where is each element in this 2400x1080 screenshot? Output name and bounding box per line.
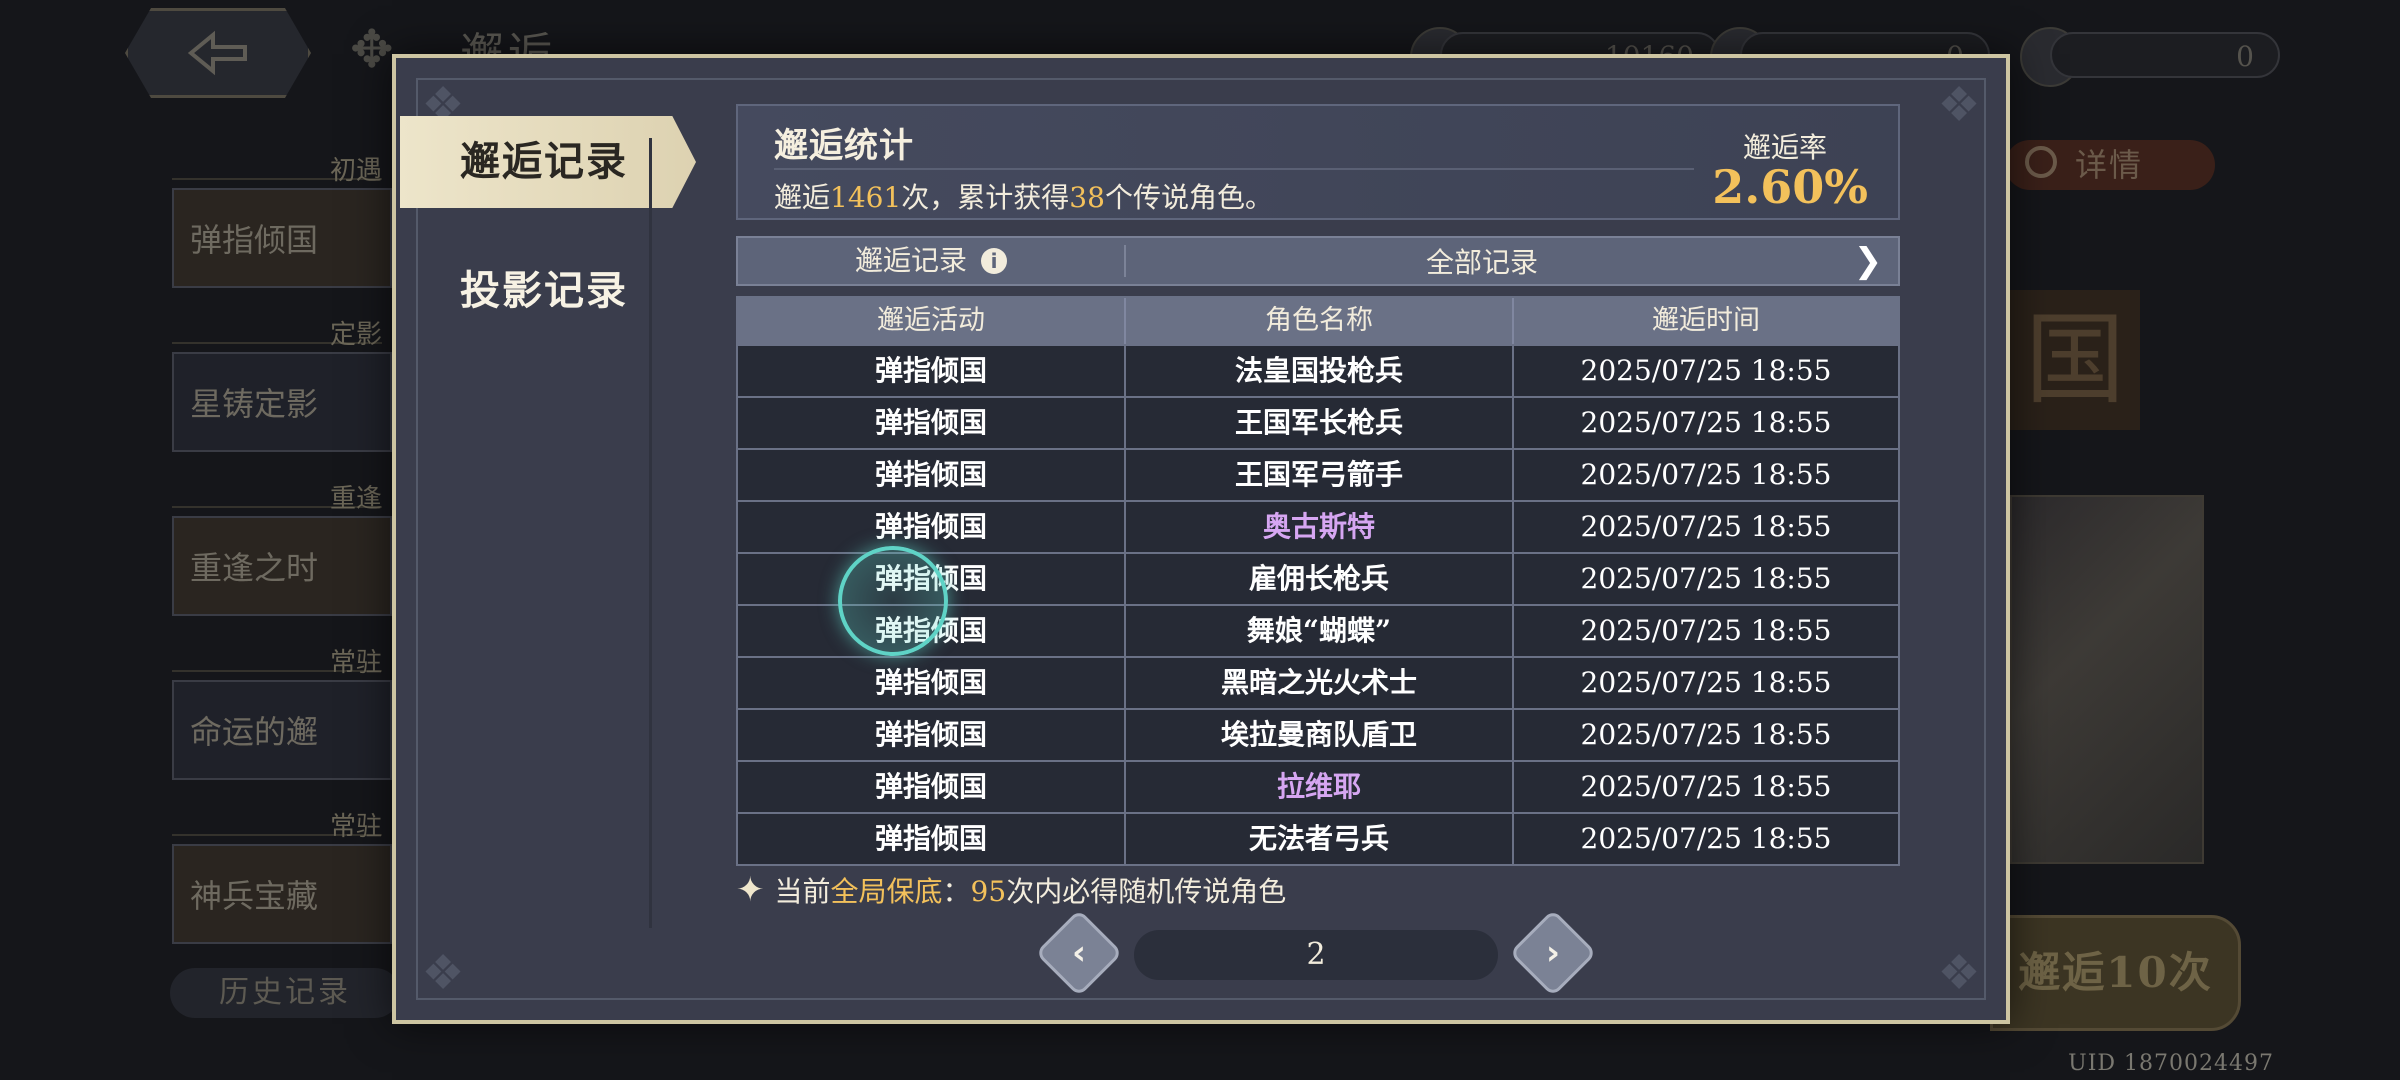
cell-time: 2025/07/25 18:55 [1580, 510, 1832, 543]
tab-projection-record[interactable]: 投影记录 [460, 258, 628, 316]
detail-label: 详情 [2075, 146, 2144, 184]
cell-time: 2025/07/25 18:55 [1580, 718, 1832, 751]
side-tab-list: 邂逅记录 投影记录 [396, 58, 696, 1020]
banner-card[interactable]: 重逢之时 [172, 516, 392, 616]
cell-character-legend: 奥古斯特 [1126, 502, 1514, 552]
cell-character-legend: 拉维耶 [1126, 762, 1514, 812]
sidebar-divider [649, 138, 652, 928]
chevron-left-icon: ‹ [1071, 933, 1086, 973]
sparkle-icon: ✦ [736, 870, 765, 910]
detail-button[interactable]: 详情 [2005, 140, 2215, 190]
column-header-activity: 邂逅活动 [738, 298, 1126, 344]
cell-activity: 弹指倾国 [738, 814, 1126, 864]
rate-value: 2.60% [1712, 160, 1868, 214]
cell-character: 王国军长枪兵 [1126, 398, 1514, 448]
cell-activity: 弹指倾国 [738, 398, 1126, 448]
stats-text-suffix: 个传说角色。 [1104, 181, 1273, 214]
cell-activity: 弹指倾国 [738, 450, 1126, 500]
encounter-stats: 邂逅统计 邂逅1461次，累计获得38个传说角色。 邂逅率 2.60% [736, 104, 1900, 220]
cell-time: 2025/07/25 18:55 [1580, 770, 1832, 803]
column-header-name: 角色名称 [1126, 298, 1514, 344]
cell-time: 2025/07/25 18:55 [1580, 614, 1832, 647]
record-type-text: 邂逅记录 [854, 244, 967, 277]
user-id: UID 1870024497 [2068, 1051, 2274, 1076]
stats-title: 邂逅统计 [774, 126, 914, 166]
cell-activity: 弹指倾国 [738, 658, 1126, 708]
record-filter-select[interactable]: 全部记录 [1126, 241, 1838, 281]
table-row: 弹指倾国 黑暗之光火术士 2025/07/25 18:55 [738, 656, 1898, 708]
banner-category: 重逢 [172, 478, 382, 514]
table-row: 弹指倾国 奥古斯特 2025/07/25 18:55 [738, 500, 1898, 552]
cell-time: 2025/07/25 18:55 [1580, 822, 1832, 855]
cell-time: 2025/07/25 18:55 [1580, 458, 1832, 491]
banner-art: 国 [2010, 290, 2140, 430]
pity-count: 95 [970, 875, 1007, 908]
encounter-record-dialog: ❖ ❖ ❖ ❖ 邂逅记录 投影记录 邂逅统计 邂逅1461次，累计获得38个传说… [392, 54, 2010, 1024]
projection-counter: 0 [2050, 32, 2280, 78]
banner-card[interactable]: 弹指倾国 [172, 188, 392, 288]
cell-time: 2025/07/25 18:55 [1580, 354, 1832, 387]
table-row: 弹指倾国 无法者弓兵 2025/07/25 18:55 [738, 812, 1898, 864]
info-icon[interactable]: i [981, 248, 1007, 274]
legend-count: 38 [1069, 181, 1105, 214]
table-header: 邂逅活动 角色名称 邂逅时间 [738, 298, 1898, 344]
stats-text-prefix: 邂逅 [774, 181, 831, 214]
cell-character: 黑暗之光火术士 [1126, 658, 1514, 708]
cell-activity: 弹指倾国 [738, 502, 1126, 552]
cell-character: 无法者弓兵 [1126, 814, 1514, 864]
cell-character: 埃拉曼商队盾卫 [1126, 710, 1514, 760]
chevron-right-icon[interactable]: ❯ [1838, 241, 1898, 281]
touch-indicator [838, 546, 948, 656]
banner-category: 常驻 [172, 806, 382, 842]
character-art [2010, 495, 2204, 864]
cell-character: 法皇国投枪兵 [1126, 346, 1514, 396]
pity-note: ✦ 当前全局保底：95次内必得随机传说角色 [736, 870, 1286, 910]
table-row: 弹指倾国 法皇国投枪兵 2025/07/25 18:55 [738, 344, 1898, 396]
cell-time: 2025/07/25 18:55 [1580, 666, 1832, 699]
chevron-right-icon: › [1545, 933, 1560, 973]
banner-card[interactable]: 星铸定影 [172, 352, 392, 452]
divider [774, 168, 1694, 170]
corner-ornament-icon: ❖ [1937, 945, 1981, 1001]
cell-activity: 弹指倾国 [738, 762, 1126, 812]
table-row: 弹指倾国 王国军长枪兵 2025/07/25 18:55 [738, 396, 1898, 448]
next-page-button[interactable]: › [1509, 909, 1597, 997]
banner-category: 定影 [172, 314, 382, 350]
pity-suffix: 次内必得随机传说角色 [1006, 875, 1287, 908]
back-arrow-icon [187, 30, 247, 76]
stats-text-mid: 次，累计获得 [901, 181, 1070, 214]
prev-page-button[interactable]: ‹ [1035, 909, 1123, 997]
banner-category: 常驻 [172, 642, 382, 678]
cell-activity: 弹指倾国 [738, 710, 1126, 760]
page-number: 2 [1134, 930, 1498, 980]
history-button[interactable]: 历史记录 [170, 968, 400, 1018]
cell-character: 王国军弓箭手 [1126, 450, 1514, 500]
record-type-label: 邂逅记录 i [738, 245, 1126, 277]
encounter-count: 1461 [830, 181, 902, 214]
banner-category: 初遇 [172, 150, 382, 186]
cell-character: 雇佣长枪兵 [1126, 554, 1514, 604]
cell-time: 2025/07/25 18:55 [1580, 562, 1832, 595]
table-row: 弹指倾国 拉维耶 2025/07/25 18:55 [738, 760, 1898, 812]
cell-time: 2025/07/25 18:55 [1580, 406, 1832, 439]
table-row: 弹指倾国 王国军弓箭手 2025/07/25 18:55 [738, 448, 1898, 500]
magnifier-icon [2025, 146, 2057, 178]
corner-ornament-icon: ❖ [1937, 77, 1981, 133]
back-button[interactable] [125, 8, 311, 98]
table-row: 弹指倾国 埃拉曼商队盾卫 2025/07/25 18:55 [738, 708, 1898, 760]
cell-character: 舞娘“蝴蝶” [1126, 606, 1514, 656]
pity-colon: ： [942, 875, 971, 908]
pity-highlight: 全局保底 [830, 875, 943, 908]
cell-activity: 弹指倾国 [738, 346, 1126, 396]
banner-card[interactable]: 神兵宝藏 [172, 844, 392, 944]
banner-card[interactable]: 命运的邂 [172, 680, 392, 780]
pity-prefix: 当前 [774, 875, 831, 908]
record-filter-bar: 邂逅记录 i 全部记录 ❯ [736, 236, 1900, 286]
stats-summary: 邂逅1461次，累计获得38个传说角色。 [774, 176, 1273, 216]
pull-ten-button[interactable]: 邂逅10次 [1990, 915, 2241, 1031]
column-header-time: 邂逅时间 [1652, 305, 1760, 336]
